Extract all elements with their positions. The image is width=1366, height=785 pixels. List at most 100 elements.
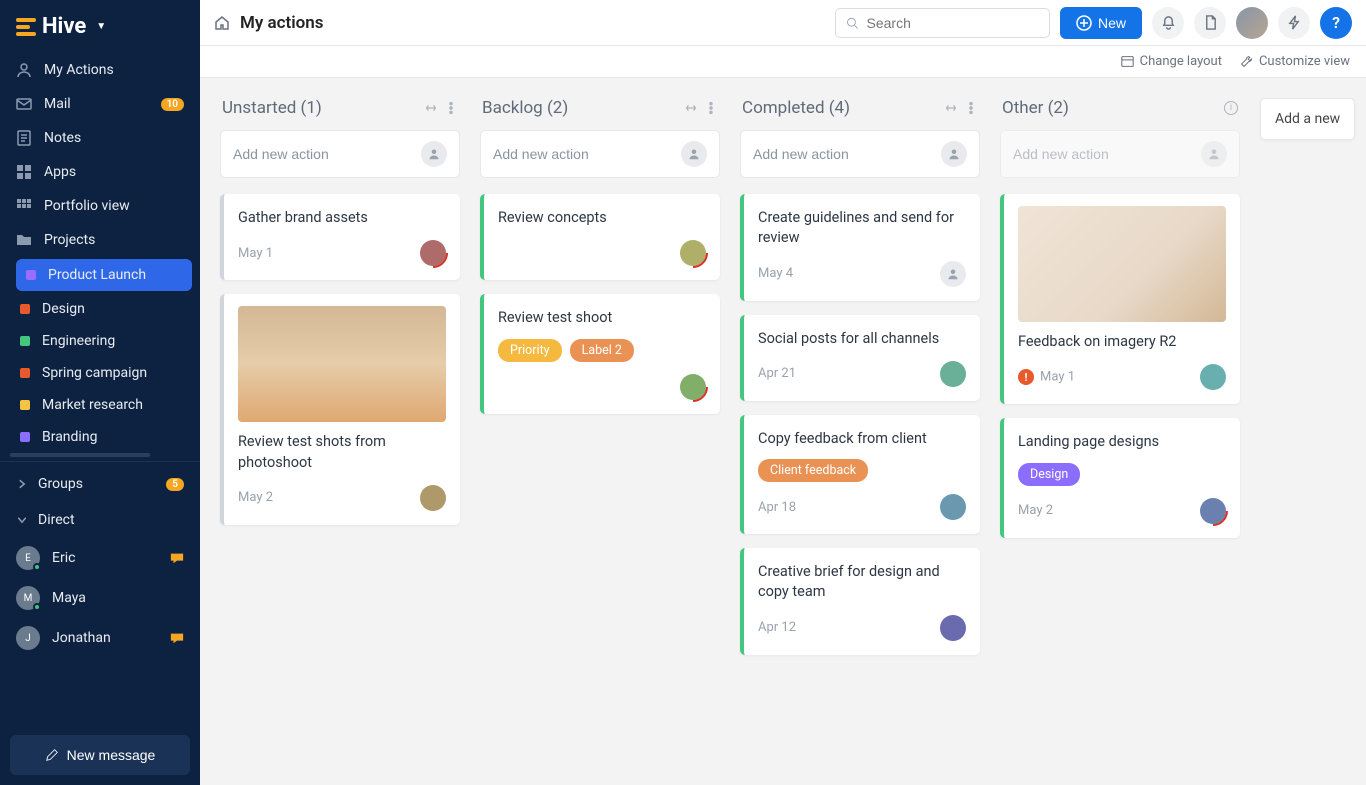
assignee-avatar[interactable] — [1200, 498, 1226, 524]
board-scroll[interactable]: Unstarted (1)Gather brand assetsMay 1Rev… — [200, 78, 1366, 785]
card-date: May 1 — [238, 246, 273, 261]
bolt-icon[interactable] — [1278, 7, 1310, 39]
plus-circle-icon — [1076, 15, 1092, 31]
subbar: Change layout Customize view — [200, 46, 1366, 78]
resize-icon[interactable] — [424, 101, 438, 115]
nav-notes[interactable]: Notes — [0, 121, 200, 155]
new-button[interactable]: New — [1060, 7, 1142, 39]
more-icon[interactable] — [964, 101, 978, 115]
direct-section[interactable]: Direct — [0, 502, 200, 538]
project-engineering[interactable]: Engineering — [8, 325, 200, 357]
card[interactable]: Copy feedback from client Client feedback… — [740, 415, 980, 534]
more-icon[interactable] — [444, 101, 458, 115]
assignee-avatar[interactable] — [420, 485, 446, 511]
assign-icon[interactable] — [940, 261, 966, 287]
nav-my-actions[interactable]: My Actions — [0, 53, 200, 87]
assignee-avatar[interactable] — [680, 374, 706, 400]
dm-maya[interactable]: MMaya — [0, 578, 200, 618]
dm-eric[interactable]: EEric — [0, 538, 200, 578]
logo-text: Hive — [42, 14, 86, 39]
change-layout-link[interactable]: Change layout — [1121, 54, 1222, 69]
assign-icon[interactable] — [421, 141, 447, 167]
new-message-label: New message — [67, 747, 156, 763]
add-action-field[interactable] — [753, 146, 941, 162]
add-action-input[interactable] — [740, 130, 980, 178]
add-column-button[interactable]: Add a new — [1260, 98, 1355, 140]
info-icon[interactable]: i — [1224, 101, 1238, 115]
card[interactable]: Gather brand assets May 1 — [220, 194, 460, 280]
customize-view-link[interactable]: Customize view — [1240, 54, 1350, 69]
card-footer: May 2 — [1018, 498, 1226, 524]
card[interactable]: Creative brief for design and copy teamA… — [740, 548, 980, 655]
label-pill[interactable]: Label 2 — [570, 339, 634, 362]
resize-icon[interactable] — [944, 101, 958, 115]
card[interactable]: Social posts for all channelsApr 21 — [740, 315, 980, 401]
assignee-avatar[interactable] — [940, 615, 966, 641]
card[interactable]: Review test shootPriorityLabel 2 — [480, 294, 720, 413]
card-title: Copy feedback from client — [758, 429, 966, 449]
file-icon[interactable] — [1194, 7, 1226, 39]
help-icon[interactable]: ? — [1320, 7, 1352, 39]
label-pill[interactable]: Priority — [498, 339, 562, 362]
assignee-avatar[interactable] — [1200, 364, 1226, 390]
user-avatar[interactable] — [1236, 7, 1268, 39]
main: My actions New ? Change layout Customize… — [200, 0, 1366, 785]
project-market-research[interactable]: Market research — [8, 389, 200, 421]
note-icon — [16, 130, 32, 146]
assign-icon[interactable] — [941, 141, 967, 167]
add-action-input[interactable] — [220, 130, 460, 178]
card[interactable]: Review concepts — [480, 194, 720, 280]
logo[interactable]: Hive ▼ — [0, 0, 200, 53]
assign-icon[interactable] — [1201, 141, 1227, 167]
card-title: Gather brand assets — [238, 208, 446, 228]
apps-icon — [16, 164, 32, 180]
folder-icon — [16, 232, 32, 248]
dm-jonathan[interactable]: JJonathan — [0, 618, 200, 658]
groups-section[interactable]: Groups 5 — [0, 466, 200, 502]
card[interactable]: Feedback on imagery R2!May 1 — [1000, 194, 1240, 404]
project-color-icon — [20, 432, 30, 442]
mail-icon — [16, 96, 32, 112]
badge: 10 — [161, 98, 184, 111]
nav-portfolio-view[interactable]: Portfolio view — [0, 189, 200, 223]
card-title: Create guidelines and send for review — [758, 208, 966, 249]
search-field[interactable] — [867, 15, 1039, 31]
card[interactable]: Create guidelines and send for reviewMay… — [740, 194, 980, 301]
hive-logo-icon — [16, 18, 36, 36]
scrollbar[interactable] — [10, 453, 150, 457]
search-input[interactable] — [835, 8, 1050, 38]
nav-apps[interactable]: Apps — [0, 155, 200, 189]
notifications-icon[interactable] — [1152, 7, 1184, 39]
topbar: My actions New ? — [200, 0, 1366, 46]
home-icon[interactable] — [214, 15, 230, 31]
nav-mail[interactable]: Mail10 — [0, 87, 200, 121]
assignee-avatar[interactable] — [420, 240, 446, 266]
label-pill[interactable]: Client feedback — [758, 459, 868, 482]
chevron-down-icon[interactable]: ▼ — [96, 21, 106, 32]
card-footer: May 2 — [238, 485, 446, 511]
resize-icon[interactable] — [684, 101, 698, 115]
assignee-avatar[interactable] — [940, 361, 966, 387]
compose-icon — [45, 748, 59, 762]
assignee-avatar[interactable] — [940, 494, 966, 520]
project-branding[interactable]: Branding — [8, 421, 200, 453]
sidebar: Hive ▼ My ActionsMail10NotesAppsPortfoli… — [0, 0, 200, 785]
add-action-field[interactable] — [233, 146, 421, 162]
project-product-launch[interactable]: Product Launch — [16, 259, 192, 291]
label-pill[interactable]: Design — [1018, 463, 1080, 486]
more-icon[interactable] — [704, 101, 718, 115]
project-spring-campaign[interactable]: Spring campaign — [8, 357, 200, 389]
nav-projects[interactable]: Projects — [0, 223, 200, 257]
add-action-input[interactable] — [480, 130, 720, 178]
assign-icon[interactable] — [681, 141, 707, 167]
card[interactable]: Landing page designsDesignMay 2 — [1000, 418, 1240, 537]
add-action-field[interactable] — [493, 146, 681, 162]
grid-icon — [16, 198, 32, 214]
card-date: Apr 12 — [758, 620, 796, 635]
column-header: Backlog (2) — [480, 98, 720, 118]
card[interactable]: Review test shots from photoshootMay 2 — [220, 294, 460, 525]
new-message-button[interactable]: New message — [10, 735, 190, 775]
user-icon — [16, 62, 32, 78]
assignee-avatar[interactable] — [680, 240, 706, 266]
project-design[interactable]: Design — [8, 293, 200, 325]
